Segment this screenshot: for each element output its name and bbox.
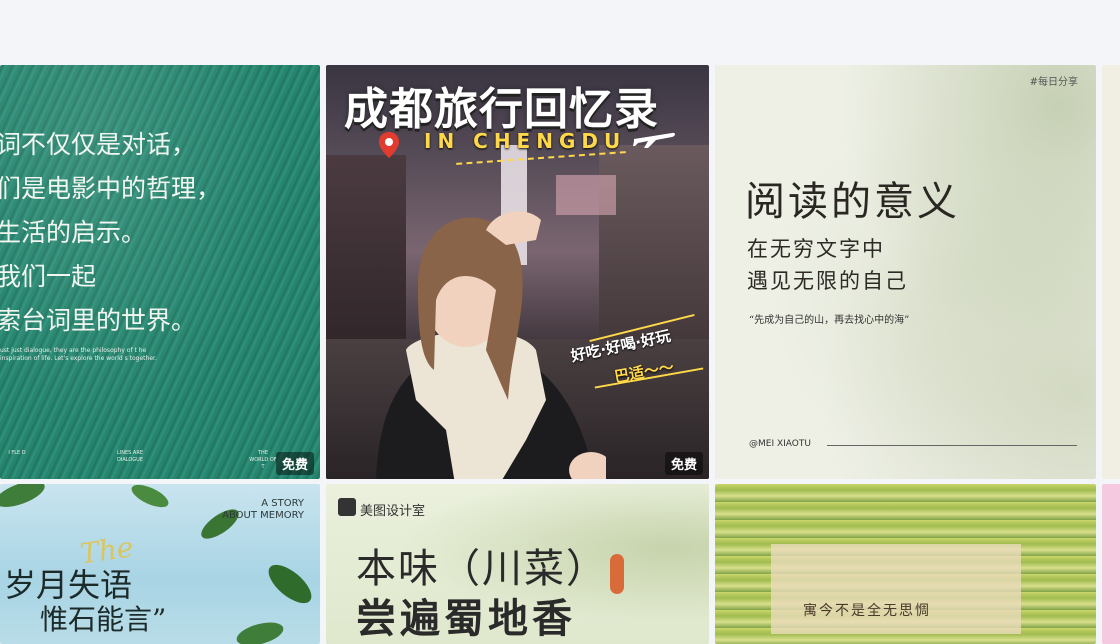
caption-line: ABOUT MEMORY xyxy=(222,510,304,521)
card-line: 我们一起 xyxy=(0,262,97,291)
card-quote: “先成为自己的山，再去找心中的海” xyxy=(749,315,910,326)
card-footer-text: THE WORLD OF T xyxy=(249,450,277,470)
template-card-chengdu-travel[interactable]: 成都旅行回忆录 IN CHENGDU 好吃·好喝·好玩 巴适～～ 免费 xyxy=(326,65,709,479)
divider xyxy=(827,445,1077,446)
card-subtitle: IN CHENGDU xyxy=(424,129,627,153)
card-english-text: ust just dialogue, they are the philosop… xyxy=(0,347,157,362)
template-card-partial[interactable] xyxy=(1102,484,1120,644)
airplane-icon xyxy=(633,132,675,148)
template-card-story-memory[interactable]: A STORY ABOUT MEMORY The 岁月失语 惟石能言” xyxy=(0,484,320,644)
free-badge: 免费 xyxy=(664,452,703,475)
card-footer-text: LINES ARE DIALOGUE xyxy=(117,450,143,463)
person-photo xyxy=(376,211,606,479)
card-subtitle: 遇见无限的自己 xyxy=(747,269,908,293)
location-pin-icon xyxy=(379,132,399,158)
template-card-sichuan-food[interactable]: 美图设计室 本味（川菜） 尝遍蜀地香 xyxy=(326,484,709,644)
top-bar xyxy=(0,0,1120,62)
card-text-block: 词不仅仅是对话， 们是电影中的哲理， 生活的启示。 我们一起 索台词里的世界。 xyxy=(0,123,221,343)
template-card-movie-lines[interactable]: 词不仅仅是对话， 们是电影中的哲理， 生活的启示。 我们一起 索台词里的世界。 … xyxy=(0,65,320,479)
card-subtitle: 在无穷文字中 xyxy=(747,237,885,261)
card-line: 们是电影中的哲理， xyxy=(0,174,222,203)
card-title: 惟石能言” xyxy=(40,603,167,636)
card-line: 词不仅仅是对话， xyxy=(0,130,197,159)
template-card-bamboo[interactable]: 寓今不是全无思惆 xyxy=(715,484,1096,644)
card-caption: A STORY ABOUT MEMORY xyxy=(222,498,304,522)
card-title: 阅读的意义 xyxy=(745,179,960,225)
card-title: 成都旅行回忆录 xyxy=(344,84,659,135)
card-line: 索台词里的世界。 xyxy=(0,306,197,335)
template-card-reading[interactable]: #每日分享 阅读的意义 在无穷文字中 遇见无限的自己 “先成为自己的山，再去找心… xyxy=(715,65,1096,479)
card-line: 生活的启示。 xyxy=(0,218,147,247)
brand-logo-icon xyxy=(338,498,356,516)
caption-line: A STORY xyxy=(261,498,304,509)
red-seal xyxy=(610,554,624,594)
template-card-partial[interactable] xyxy=(1102,65,1120,479)
brand-name: 美图设计室 xyxy=(360,504,426,519)
card-title: 尝遍蜀地香 xyxy=(356,595,576,642)
paper-overlay xyxy=(771,544,1021,634)
card-hashtag: #每日分享 xyxy=(1029,77,1078,88)
card-footer-text: I FLE D xyxy=(8,450,26,456)
free-badge: 免费 xyxy=(275,452,314,475)
card-author: @MEI XIAOTU xyxy=(749,439,811,449)
card-title: 寓今不是全无思惆 xyxy=(803,603,931,619)
